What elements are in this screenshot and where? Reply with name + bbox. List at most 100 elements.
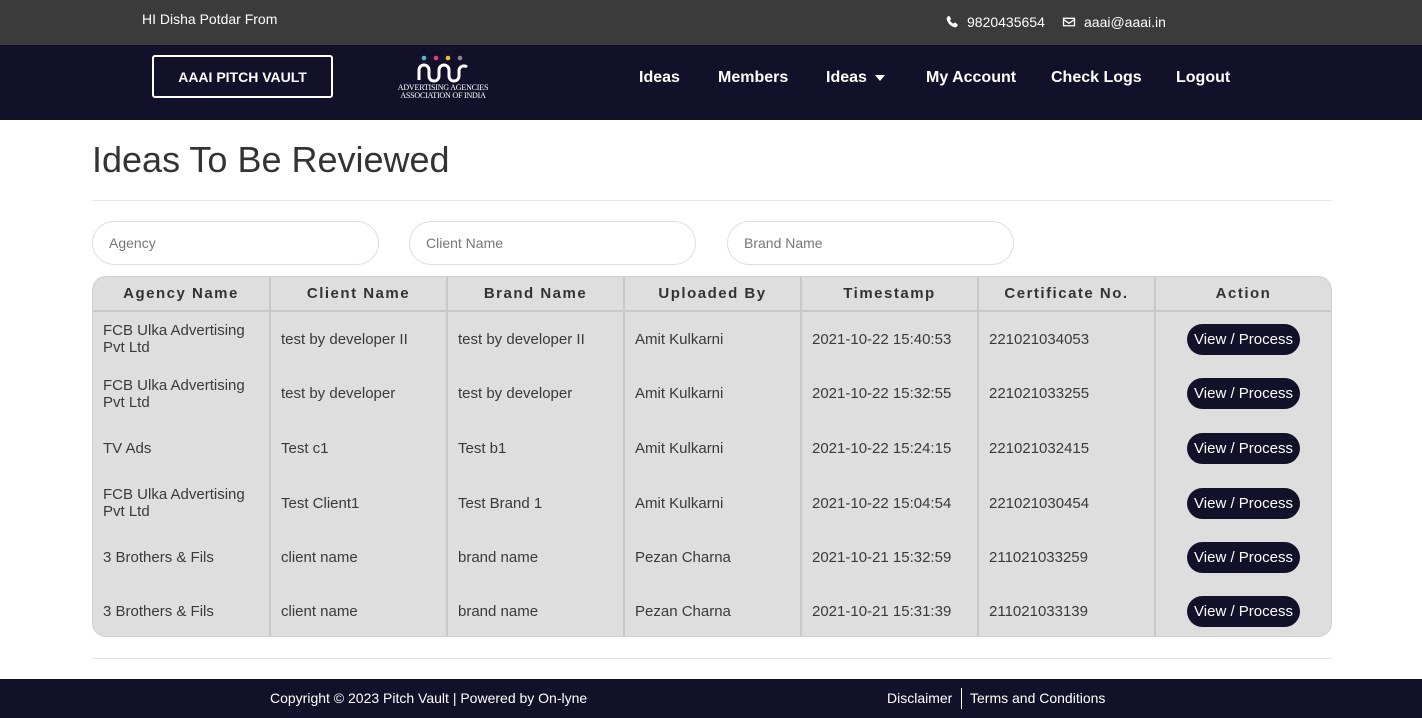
cell-brand: Test b1	[447, 421, 625, 476]
cell-action: View / Process	[1155, 530, 1331, 585]
cell-brand: test by developer II	[447, 311, 625, 366]
cell-certificate: 221021033255	[978, 366, 1156, 421]
heading-divider	[92, 200, 1332, 201]
view-process-button[interactable]: View / Process	[1187, 542, 1300, 573]
brand-filter-input[interactable]	[727, 221, 1014, 265]
cell-action: View / Process	[1155, 366, 1331, 421]
cell-certificate: 221021034053	[978, 311, 1156, 366]
cell-uploaded-by: Amit Kulkarni	[624, 421, 802, 476]
cell-certificate: 211021033259	[978, 530, 1156, 585]
greeting-text: HI Disha Potdar From	[142, 11, 278, 27]
cell-uploaded-by: Amit Kulkarni	[624, 476, 802, 530]
cell-timestamp: 2021-10-22 15:32:55	[801, 366, 979, 421]
aaai-logo[interactable]: ADVERTISING AGENCIES ASSOCIATION OF INDI…	[394, 54, 492, 110]
view-process-button[interactable]: View / Process	[1187, 323, 1300, 355]
nav-ideas-dropdown-label: Ideas	[826, 69, 867, 86]
header-certificate-no[interactable]: Certificate No.	[978, 277, 1156, 312]
client-filter-input[interactable]	[409, 221, 696, 265]
nav-check-logs[interactable]: Check Logs	[1051, 69, 1142, 87]
cell-client: Test Client1	[270, 476, 448, 530]
cell-agency: 3 Brothers & Fils	[93, 585, 271, 636]
cell-agency: FCB Ulka Advertising Pvt Ltd	[93, 366, 271, 421]
cell-uploaded-by: Pezan Charna	[624, 530, 802, 585]
cell-client: client name	[270, 585, 448, 636]
cell-timestamp: 2021-10-22 15:04:54	[801, 476, 979, 530]
nav-ideas-dropdown[interactable]: Ideas	[826, 69, 885, 87]
aaai-logo-mark	[417, 55, 468, 83]
cell-brand: test by developer	[447, 366, 625, 421]
cell-action: View / Process	[1155, 311, 1331, 366]
nav-check-logs-label: Check Logs	[1051, 69, 1142, 86]
table-row: FCB Ulka Advertising Pvt Ltd Test Client…	[93, 476, 1331, 530]
cell-timestamp: 2021-10-22 15:24:15	[801, 421, 979, 476]
table-row: TV Ads Test c1 Test b1 Amit Kulkarni 202…	[93, 421, 1331, 476]
header-timestamp[interactable]: Timestamp	[801, 277, 979, 312]
ideas-table: Agency Name Client Name Brand Name Uploa…	[93, 277, 1331, 636]
nav-logout-label: Logout	[1176, 69, 1231, 86]
header-action: Action	[1155, 277, 1331, 312]
cell-brand: brand name	[447, 585, 625, 636]
nav-my-account[interactable]: My Account	[926, 69, 1016, 87]
nav-ideas[interactable]: Ideas	[639, 69, 680, 87]
cell-timestamp: 2021-10-22 15:40:53	[801, 311, 979, 366]
header-brand-name[interactable]: Brand Name	[447, 277, 625, 312]
page-footer: Copyright © 2023 Pitch Vault | Powered b…	[0, 679, 1422, 718]
header-client-name[interactable]: Client Name	[270, 277, 448, 312]
top-bar: HI Disha Potdar From 9820435654 aaai@aaa…	[0, 0, 1422, 45]
nav-my-account-label: My Account	[926, 69, 1017, 86]
footer-separator	[961, 688, 962, 709]
cell-agency: FCB Ulka Advertising Pvt Ltd	[93, 311, 271, 366]
cell-client: test by developer II	[270, 311, 448, 366]
agency-filter-input[interactable]	[92, 221, 379, 265]
cell-agency: 3 Brothers & Fils	[93, 530, 271, 585]
cell-client: Test c1	[270, 421, 448, 476]
cell-brand: brand name	[447, 530, 625, 585]
cell-timestamp: 2021-10-21 15:31:39	[801, 585, 979, 636]
cell-timestamp: 2021-10-21 15:32:59	[801, 530, 979, 585]
phone-number: 9820435654	[967, 14, 1045, 30]
phone-contact[interactable]: 9820435654	[945, 14, 1045, 30]
cell-action: View / Process	[1155, 476, 1331, 530]
email-address: aaai@aaai.in	[1084, 14, 1166, 30]
main-navbar: AAAI PITCH VAULT ADVERTISING AGENCIES AS…	[0, 45, 1422, 120]
table-body: FCB Ulka Advertising Pvt Ltd test by dev…	[93, 311, 1331, 636]
table-row: FCB Ulka Advertising Pvt Ltd test by dev…	[93, 311, 1331, 366]
cell-uploaded-by: Pezan Charna	[624, 585, 802, 636]
nav-members-label: Members	[718, 69, 789, 86]
view-process-button[interactable]: View / Process	[1187, 378, 1300, 409]
table-row: 3 Brothers & Fils client name brand name…	[93, 585, 1331, 636]
cell-certificate: 211021033139	[978, 585, 1156, 636]
terms-link[interactable]: Terms and Conditions	[970, 690, 1105, 706]
ideas-table-container: Agency Name Client Name Brand Name Uploa…	[92, 276, 1332, 637]
cell-uploaded-by: Amit Kulkarni	[624, 366, 802, 421]
nav-logout[interactable]: Logout	[1176, 69, 1230, 87]
phone-icon	[946, 15, 958, 28]
cell-action: View / Process	[1155, 585, 1331, 636]
header-uploaded-by[interactable]: Uploaded By	[624, 277, 802, 312]
cell-uploaded-by: Amit Kulkarni	[624, 311, 802, 366]
cell-brand: Test Brand 1	[447, 476, 625, 530]
cell-certificate: 221021030454	[978, 476, 1156, 530]
cell-agency: TV Ads	[93, 421, 271, 476]
header-agency-name[interactable]: Agency Name	[93, 277, 271, 312]
table-row: 3 Brothers & Fils client name brand name…	[93, 530, 1331, 585]
disclaimer-link[interactable]: Disclaimer	[887, 690, 952, 706]
copyright-text: Copyright © 2023 Pitch Vault | Powered b…	[270, 690, 588, 706]
caret-down-icon	[874, 75, 885, 81]
logo-line-2: ASSOCIATION OF INDIA	[400, 91, 486, 100]
view-process-button[interactable]: View / Process	[1187, 487, 1300, 519]
cell-client: test by developer	[270, 366, 448, 421]
view-process-button[interactable]: View / Process	[1187, 596, 1300, 627]
table-header: Agency Name Client Name Brand Name Uploa…	[93, 277, 1331, 312]
cell-agency: FCB Ulka Advertising Pvt Ltd	[93, 476, 271, 530]
page-title: Ideas To Be Reviewed	[92, 139, 450, 180]
pitch-vault-button[interactable]: AAAI PITCH VAULT	[152, 55, 333, 98]
footer-divider	[92, 658, 1332, 659]
view-process-button[interactable]: View / Process	[1187, 433, 1300, 464]
cell-action: View / Process	[1155, 421, 1331, 476]
table-row: FCB Ulka Advertising Pvt Ltd test by dev…	[93, 366, 1331, 421]
nav-members[interactable]: Members	[718, 69, 788, 87]
cell-certificate: 221021032415	[978, 421, 1156, 476]
email-contact[interactable]: aaai@aaai.in	[1062, 14, 1166, 30]
nav-ideas-label: Ideas	[639, 69, 680, 86]
